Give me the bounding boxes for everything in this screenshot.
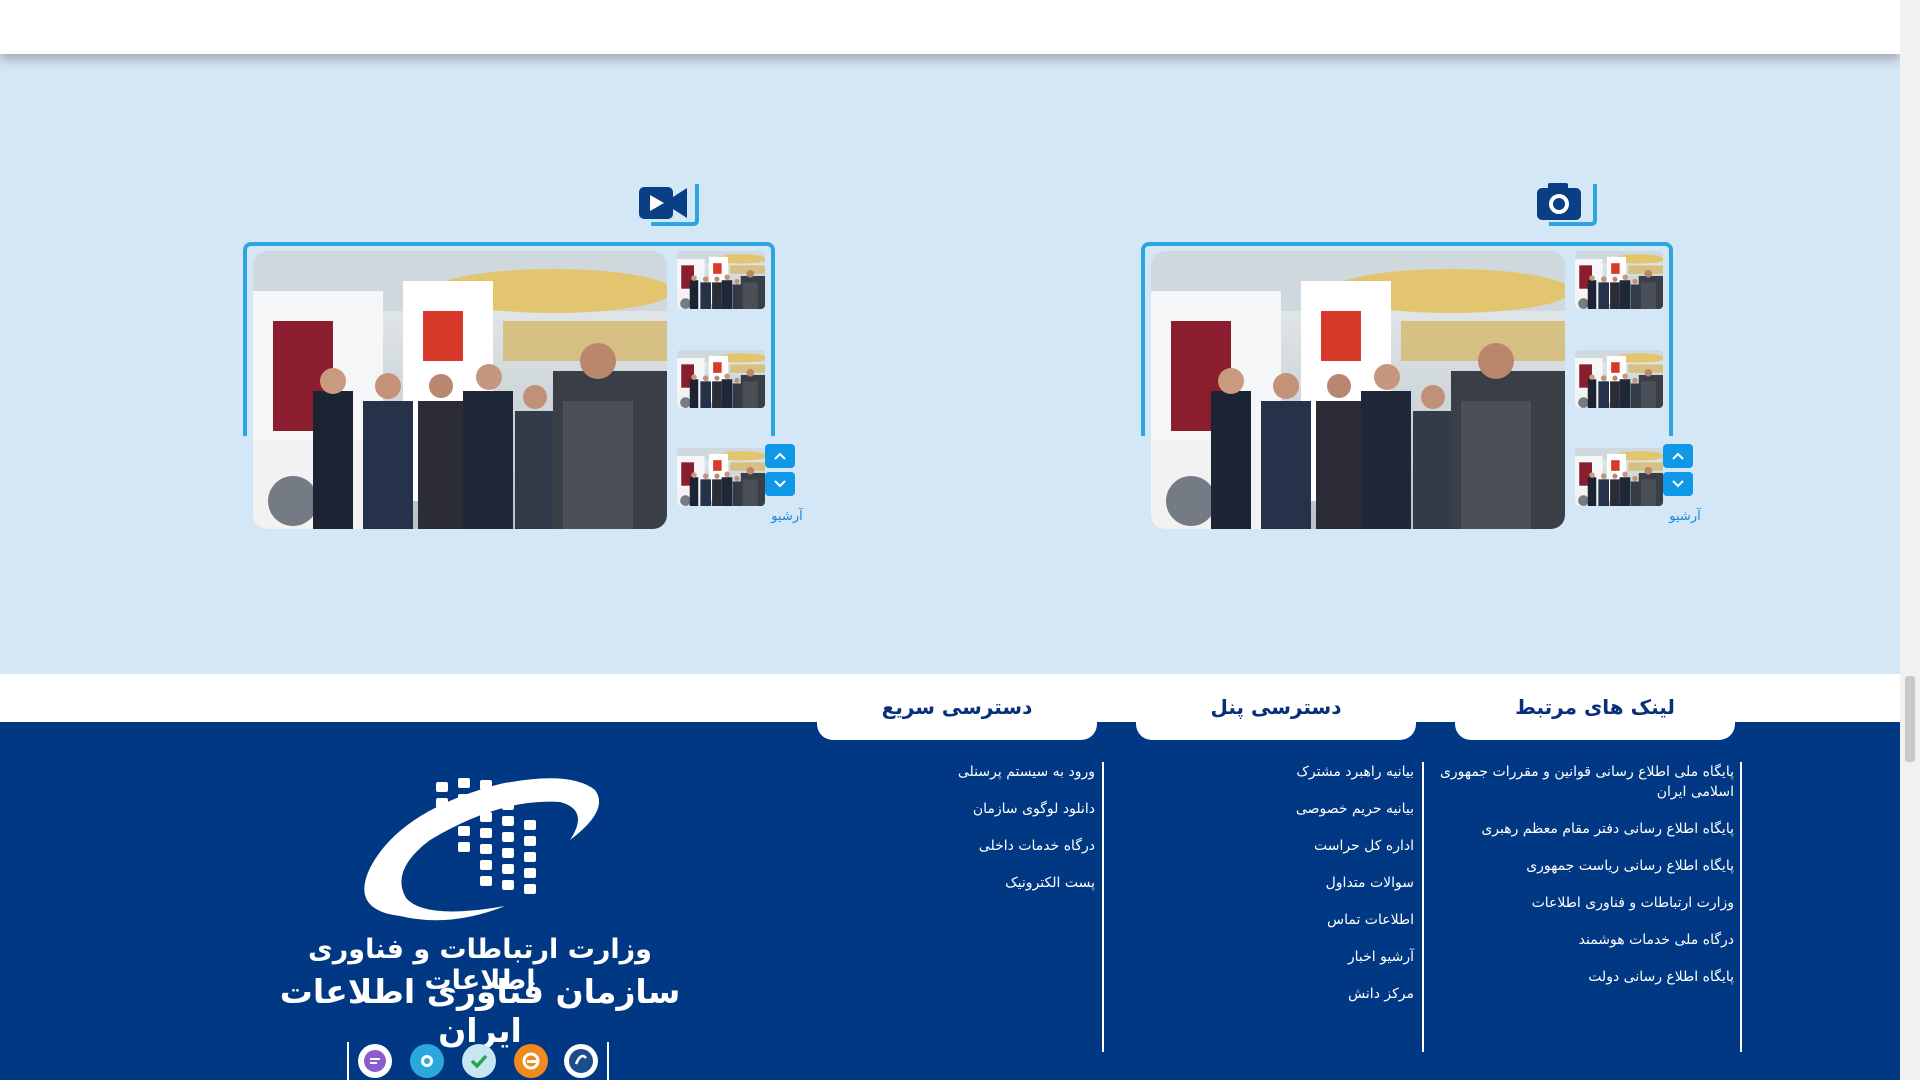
gallery-thumbnail[interactable]: [1575, 350, 1663, 408]
gallery-thumbnail[interactable]: [1575, 448, 1663, 506]
archive-link[interactable]: آرشیو: [767, 509, 807, 524]
column-divider: [1422, 762, 1424, 1052]
footer-link[interactable]: وزارت ارتباطات و فناوری اطلاعات: [1428, 893, 1734, 913]
social-divider: [607, 1042, 609, 1080]
social-icon-3[interactable]: [462, 1044, 496, 1078]
tab-panel-access[interactable]: دسترسی پنل: [1136, 674, 1416, 740]
scroll-up-button[interactable]: [765, 444, 795, 468]
related-links-list: پایگاه ملی اطلاع رسانی قوانین و مقررات ج…: [1428, 762, 1734, 1004]
page-scrollbar[interactable]: [1900, 0, 1920, 1080]
scroll-up-button[interactable]: [1663, 444, 1693, 468]
scroll-down-button[interactable]: [1663, 472, 1693, 496]
footer-link[interactable]: پست الکترونیک: [880, 873, 1095, 893]
footer-link[interactable]: آرشیو اخبار: [1150, 947, 1414, 967]
footer-link[interactable]: پایگاه اطلاع رسانی دولت: [1428, 967, 1734, 987]
video-gallery: آرشیو: [243, 54, 803, 534]
tab-quick-access[interactable]: دسترسی سریع: [817, 674, 1097, 740]
scroll-down-button[interactable]: [765, 472, 795, 496]
quick-access-list: ورود به سیستم پرسنلی دانلود لوگوی سازمان…: [880, 762, 1095, 910]
chevron-down-icon: [1672, 480, 1684, 488]
chevron-down-icon: [774, 480, 786, 488]
footer-link[interactable]: اطلاعات تماس: [1150, 910, 1414, 930]
social-icon-2[interactable]: [514, 1044, 548, 1078]
footer-link[interactable]: دانلود لوگوی سازمان: [880, 799, 1095, 819]
photo-gallery: آرشیو: [1141, 54, 1701, 534]
column-divider: [1102, 762, 1104, 1052]
social-messenger-icon[interactable]: [358, 1044, 392, 1078]
logo-organization-name: سازمان فناوری اطلاعات ایران: [279, 972, 681, 1050]
gallery-thumbnail[interactable]: [677, 448, 765, 506]
gallery-main-image[interactable]: [253, 251, 667, 529]
footer-link[interactable]: ورود به سیستم پرسنلی: [880, 762, 1095, 782]
footer-link[interactable]: اداره کل حراست: [1150, 836, 1414, 856]
camera-icon[interactable]: [1535, 178, 1599, 228]
footer-link[interactable]: درگاه خدمات داخلی: [880, 836, 1095, 856]
video-camera-icon[interactable]: [637, 178, 701, 228]
footer-link[interactable]: سوالات متداول: [1150, 873, 1414, 893]
social-divider: [347, 1042, 349, 1080]
footer-link[interactable]: درگاه ملی خدمات هوشمند: [1428, 930, 1734, 950]
gallery-thumbnail[interactable]: [677, 251, 765, 309]
archive-link[interactable]: آرشیو: [1665, 509, 1705, 524]
social-icon-1[interactable]: [564, 1044, 598, 1078]
panel-access-list: بیانیه راهبرد مشترک بیانیه حریم خصوصی اد…: [1150, 762, 1414, 1021]
gallery-thumbnail[interactable]: [677, 350, 765, 408]
tab-related-links[interactable]: لینک های مرتبط: [1455, 674, 1735, 740]
social-icon-4[interactable]: [410, 1044, 444, 1078]
footer-link[interactable]: پایگاه اطلاع رسانی دفتر مقام معظم رهبری: [1428, 819, 1734, 839]
media-section: آرشیو آرشیو: [0, 54, 1900, 674]
footer-link[interactable]: بیانیه حریم خصوصی: [1150, 799, 1414, 819]
top-header-bar: [0, 0, 1900, 54]
column-divider: [1740, 762, 1742, 1052]
footer-link[interactable]: بیانیه راهبرد مشترک: [1150, 762, 1414, 782]
gallery-thumbnail[interactable]: [1575, 251, 1663, 309]
footer-link[interactable]: پایگاه ملی اطلاع رسانی قوانین و مقررات ج…: [1428, 762, 1734, 802]
chevron-up-icon: [774, 452, 786, 460]
chevron-up-icon: [1672, 452, 1684, 460]
scrollbar-thumb[interactable]: [1905, 676, 1915, 762]
footer-link[interactable]: مرکز دانش: [1150, 984, 1414, 1004]
footer-link[interactable]: پایگاه اطلاع رسانی ریاست جمهوری: [1428, 856, 1734, 876]
gallery-main-image[interactable]: [1151, 251, 1565, 529]
